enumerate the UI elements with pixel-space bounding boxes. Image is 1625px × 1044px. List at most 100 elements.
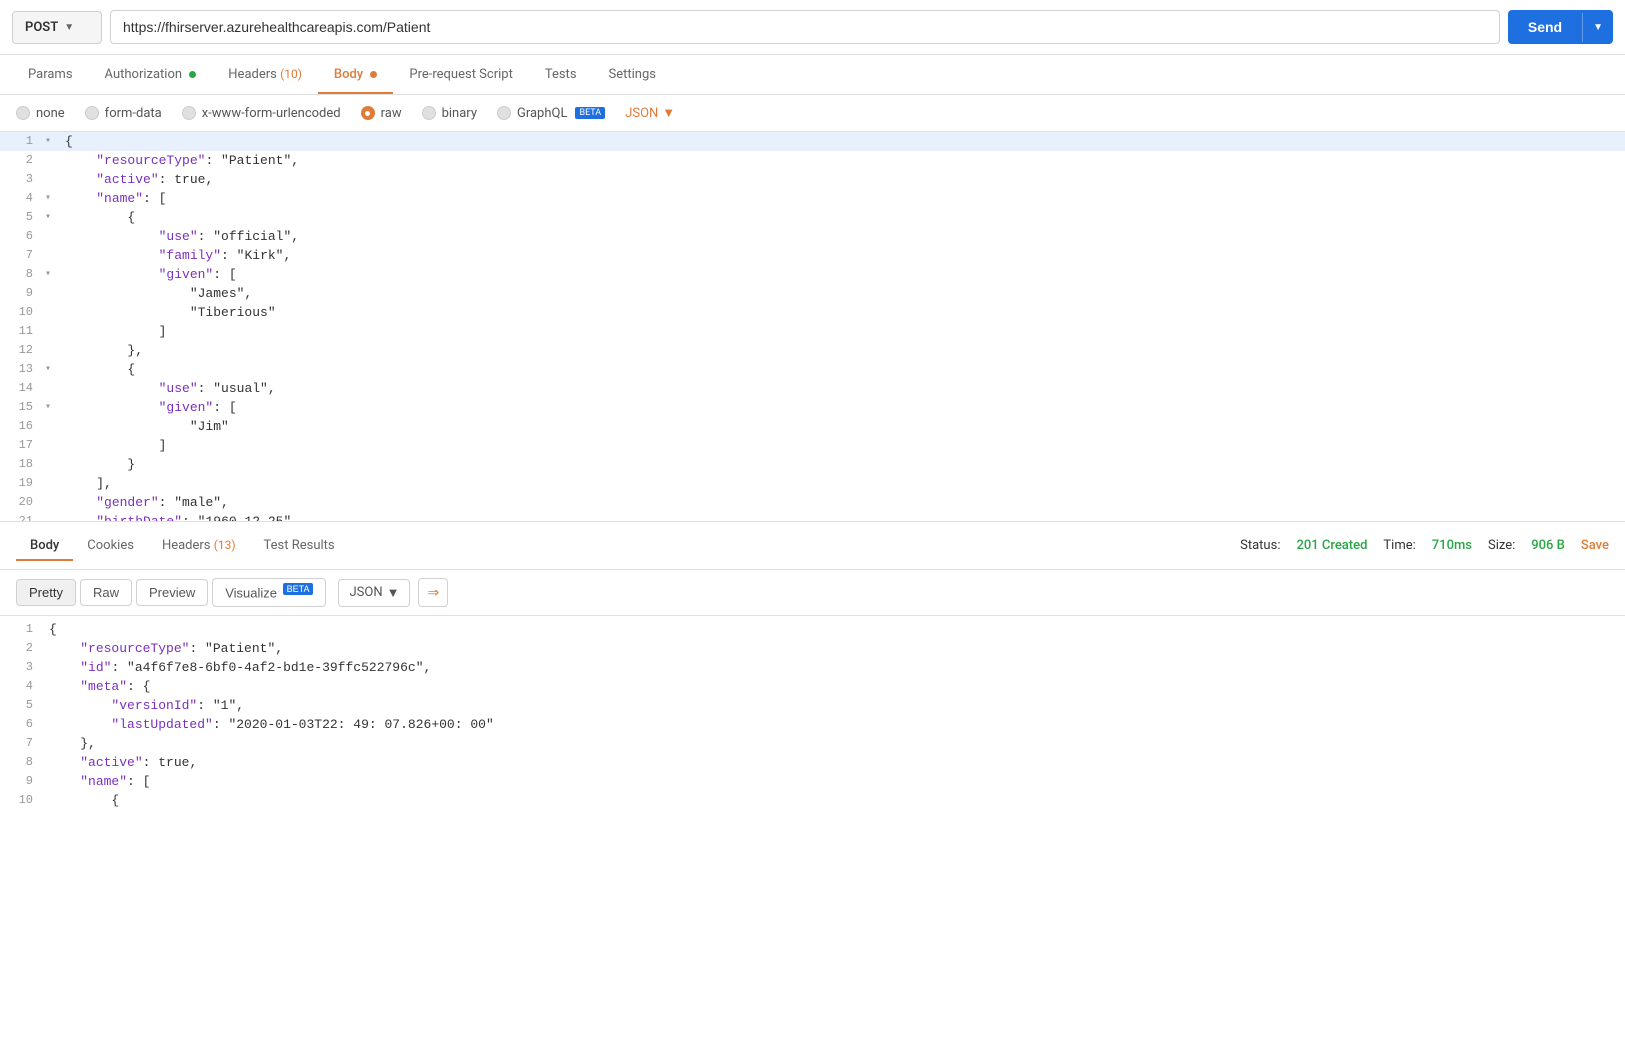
tab-params[interactable]: Params xyxy=(12,55,89,94)
tab-settings-label: Settings xyxy=(609,67,656,82)
body-type-none[interactable]: none xyxy=(16,106,65,121)
body-type-binary[interactable]: binary xyxy=(422,106,477,121)
size-label: Size: xyxy=(1488,538,1515,553)
code-line-20: 20 "gender": "male", xyxy=(0,493,1625,512)
line-collapse-arrow[interactable]: ▾ xyxy=(45,398,61,417)
resp-tab-cookies-label: Cookies xyxy=(87,538,134,553)
binary-label: binary xyxy=(442,106,477,121)
code-line-19: 19 ], xyxy=(0,474,1625,493)
line-content: { xyxy=(61,208,1625,227)
line-content: "gender": "male", xyxy=(61,493,1625,512)
line-content: "given": [ xyxy=(61,265,1625,284)
body-type-raw[interactable]: raw xyxy=(361,106,402,121)
code-line-6: 6 "lastUpdated": "2020-01-03T22: 49: 07.… xyxy=(0,715,1625,734)
line-content: "lastUpdated": "2020-01-03T22: 49: 07.82… xyxy=(45,715,1625,734)
line-number: 9 xyxy=(0,284,45,303)
method-chevron-icon: ▼ xyxy=(64,22,74,33)
save-button[interactable]: Save xyxy=(1581,538,1609,553)
tab-settings[interactable]: Settings xyxy=(593,55,672,94)
line-content: "given": [ xyxy=(61,398,1625,417)
tab-tests[interactable]: Tests xyxy=(529,55,593,94)
raw-radio[interactable] xyxy=(361,106,375,120)
line-collapse-arrow[interactable]: ▾ xyxy=(45,360,61,379)
code-line-2: 2 "resourceType": "Patient", xyxy=(0,639,1625,658)
urlencoded-radio[interactable] xyxy=(182,106,196,120)
format-visualize-btn[interactable]: Visualize BETA xyxy=(212,578,326,606)
code-line-4: 4 "meta": { xyxy=(0,677,1625,696)
tab-headers[interactable]: Headers (10) xyxy=(212,55,318,94)
tab-authorization[interactable]: Authorization xyxy=(89,55,213,94)
line-collapse-arrow[interactable]: ▾ xyxy=(45,132,61,151)
line-collapse-arrow[interactable]: ▾ xyxy=(45,208,61,227)
tab-headers-label: Headers xyxy=(228,67,280,82)
line-content: "name": [ xyxy=(45,772,1625,791)
line-number: 1 xyxy=(0,620,45,639)
line-number: 10 xyxy=(0,791,45,810)
wrap-button[interactable]: ⇒ xyxy=(418,578,448,607)
line-content: "Jim" xyxy=(61,417,1625,436)
line-number: 6 xyxy=(0,715,45,734)
form-data-radio[interactable] xyxy=(85,106,99,120)
url-input[interactable] xyxy=(110,10,1500,44)
send-button[interactable]: Send ▼ xyxy=(1508,10,1613,44)
method-select[interactable]: POST ▼ xyxy=(12,11,102,44)
line-content: "birthDate": "1960-12-25" xyxy=(61,512,1625,522)
json-format-label: JSON xyxy=(625,106,658,121)
body-type-urlencoded[interactable]: x-www-form-urlencoded xyxy=(182,106,341,121)
json-dropdown-icon: ▼ xyxy=(662,105,675,121)
line-content: "active": true, xyxy=(61,170,1625,189)
response-format-select[interactable]: JSON ▼ xyxy=(338,579,410,607)
form-data-label: form-data xyxy=(105,106,162,121)
resp-headers-badge: (13) xyxy=(214,538,236,552)
body-type-graphql[interactable]: GraphQL BETA xyxy=(497,106,605,121)
format-raw-btn[interactable]: Raw xyxy=(80,579,132,606)
line-content: "meta": { xyxy=(45,677,1625,696)
line-number: 17 xyxy=(0,436,45,455)
line-number: 5 xyxy=(0,208,45,227)
tab-body[interactable]: Body xyxy=(318,55,394,94)
size-value: 906 B xyxy=(1531,538,1565,553)
code-line-5: 5▾ { xyxy=(0,208,1625,227)
code-line-6: 6 "use": "official", xyxy=(0,227,1625,246)
code-line-7: 7 "family": "Kirk", xyxy=(0,246,1625,265)
code-line-9: 9 "name": [ xyxy=(0,772,1625,791)
request-editor[interactable]: 1▾{2 "resourceType": "Patient",3 "active… xyxy=(0,132,1625,522)
line-collapse-arrow[interactable]: ▾ xyxy=(45,189,61,208)
line-content: "name": [ xyxy=(61,189,1625,208)
line-content: } xyxy=(61,455,1625,474)
none-radio[interactable] xyxy=(16,106,30,120)
line-content: "active": true, xyxy=(45,753,1625,772)
line-number: 6 xyxy=(0,227,45,246)
line-number: 20 xyxy=(0,493,45,512)
line-content: }, xyxy=(45,734,1625,753)
headers-badge: (10) xyxy=(280,67,302,81)
time-label: Time: xyxy=(1383,538,1415,553)
body-type-form-data[interactable]: form-data xyxy=(85,106,162,121)
code-line-5: 5 "versionId": "1", xyxy=(0,696,1625,715)
line-collapse-arrow[interactable]: ▾ xyxy=(45,265,61,284)
response-toolbar: Pretty Raw Preview Visualize BETA JSON ▼… xyxy=(0,570,1625,616)
tab-tests-label: Tests xyxy=(545,67,577,82)
code-line-3: 3 "id": "a4f6f7e8-6bf0-4af2-bd1e-39ffc52… xyxy=(0,658,1625,677)
graphql-radio[interactable] xyxy=(497,106,511,120)
code-line-2: 2 "resourceType": "Patient", xyxy=(0,151,1625,170)
line-content: "resourceType": "Patient", xyxy=(61,151,1625,170)
line-content: "Tiberious" xyxy=(61,303,1625,322)
send-dropdown-icon[interactable]: ▼ xyxy=(1582,13,1613,42)
code-line-1: 1{ xyxy=(0,620,1625,639)
resp-tab-headers[interactable]: Headers (13) xyxy=(148,530,250,561)
code-line-11: 11 ] xyxy=(0,322,1625,341)
resp-tab-testresults-label: Test Results xyxy=(264,538,335,553)
json-format-dropdown[interactable]: JSON ▼ xyxy=(625,105,675,121)
line-content: ] xyxy=(61,436,1625,455)
resp-tab-body[interactable]: Body xyxy=(16,530,73,561)
tab-prerequest[interactable]: Pre-request Script xyxy=(393,55,528,94)
code-line-14: 14 "use": "usual", xyxy=(0,379,1625,398)
status-label: Status: xyxy=(1240,538,1280,553)
graphql-beta-badge: BETA xyxy=(575,107,605,119)
binary-radio[interactable] xyxy=(422,106,436,120)
resp-tab-cookies[interactable]: Cookies xyxy=(73,530,148,561)
format-pretty-btn[interactable]: Pretty xyxy=(16,579,76,606)
format-preview-btn[interactable]: Preview xyxy=(136,579,208,606)
resp-tab-testresults[interactable]: Test Results xyxy=(250,530,349,561)
